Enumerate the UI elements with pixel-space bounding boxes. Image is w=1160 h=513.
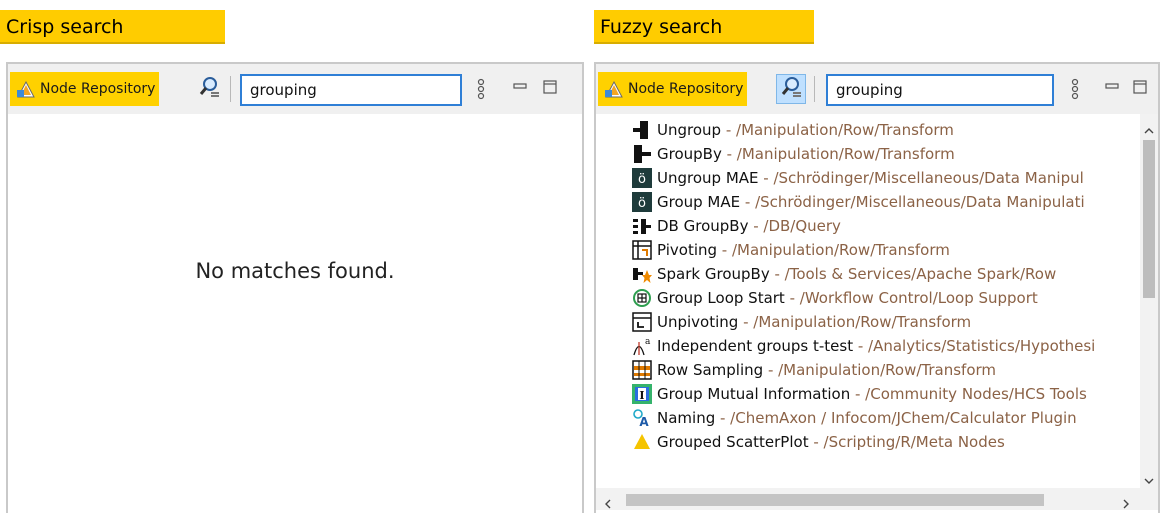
fuzzy-search-toggle[interactable] [194,74,224,104]
result-name: Group Mutual Information [657,385,851,403]
result-path: - /DB/Query [748,217,841,235]
horizontal-scrollbar[interactable] [596,488,1158,510]
result-path: - /Workflow Control/Loop Support [784,289,1038,307]
svg-text:I: I [639,389,644,402]
fuzzy-search-toggle[interactable] [776,74,806,104]
fuzzy-search-icon [198,76,220,102]
scroll-right-icon[interactable] [1122,494,1130,513]
result-name: Unpivoting [657,313,739,331]
horizontal-scroll-thumb[interactable] [626,494,1044,506]
view-menu-icon[interactable] [474,78,488,100]
crisp-search-heading-text: Crisp search [6,16,124,38]
result-name: Spark GroupBy [657,265,770,283]
result-name: Pivoting [657,241,718,259]
crisp-search-heading: Crisp search [0,10,225,44]
minimize-icon[interactable] [1104,82,1120,92]
result-name: Independent groups t-test [657,337,854,355]
minimize-icon[interactable] [512,82,528,92]
svg-text:A: A [639,415,649,428]
ungroup-icon [632,120,652,140]
result-name: Group MAE [657,193,741,211]
fuzzy-search-heading-text: Fuzzy search [600,16,723,38]
crisp-toolbar: Node Repository [8,64,582,114]
node-repository-icon [16,79,36,113]
fuzzy-node-repository-tab[interactable]: Node Repository [598,72,748,106]
result-name: Group Loop Start [657,289,785,307]
crisp-node-repository-panel: Node Repository grouping No matches foun… [6,62,584,513]
result-name: Ungroup MAE [657,169,759,187]
schrodinger-icon: ö [632,168,652,188]
maximize-icon[interactable] [1132,80,1148,94]
result-name: Row Sampling [657,361,764,379]
result-path: - /Tools & Services/Apache Spark/Row [769,265,1057,283]
hcs-tools-icon: I [632,384,652,404]
db-groupby-icon [632,216,652,236]
no-matches-message: No matches found. [195,259,395,283]
result-path: - /Scripting/R/Meta Nodes [808,433,1005,451]
scroll-down-icon[interactable] [1144,470,1154,489]
vertical-scrollbar[interactable] [1140,114,1158,488]
result-path: - /Community Nodes/HCS Tools [850,385,1087,403]
result-path: - /Analytics/Statistics/Hypothesi [853,337,1096,355]
fuzzy-search-icon [780,76,802,102]
pivoting-icon [632,240,652,260]
chemaxon-icon: A [632,408,652,429]
search-results-list: Ungroup - /Manipulation/Row/Transform Gr… [596,114,1142,488]
result-name: Naming [657,409,716,427]
toolbar-separator [230,76,231,102]
result-path: - /Manipulation/Row/Transform [717,241,950,259]
unpivoting-icon [632,312,652,332]
crisp-tab-label: Node Repository [40,81,156,97]
result-path: - /Manipulation/Row/Transform [721,145,955,163]
result-path: - /Schrödinger/Miscellaneous/Data Manipu… [740,193,1085,211]
loop-start-icon [632,288,652,308]
result-name: Ungroup [657,121,722,139]
scatterplot-icon [632,432,652,452]
svg-text:ö: ö [638,196,646,211]
svg-text:ö: ö [638,172,646,187]
maximize-icon[interactable] [542,80,558,94]
svg-text:a: a [645,337,651,347]
scroll-up-icon[interactable] [1144,120,1154,139]
result-path: - /Manipulation/Row/Transform [763,361,997,379]
result-name: GroupBy [657,145,722,163]
schrodinger-icon: ö [632,192,652,212]
row-sampling-icon [632,360,652,380]
result-path: - /Schrödinger/Miscellaneous/Data Manipu… [758,169,1084,187]
groupby-icon [632,144,652,164]
spark-groupby-icon [632,264,652,284]
crisp-search-input[interactable] [240,74,462,106]
scroll-left-icon[interactable] [604,494,612,513]
toolbar-separator [814,76,815,102]
result-path: - /Manipulation/Row/Transform [738,313,972,331]
crisp-node-repository-tab[interactable]: Node Repository [10,72,160,106]
result-name: DB GroupBy [657,217,749,235]
fuzzy-tab-label: Node Repository [628,81,744,97]
t-test-icon: a [632,336,652,356]
result-path: - /Manipulation/Row/Transform [721,121,954,139]
fuzzy-toolbar: Node Repository [596,64,1158,114]
view-menu-icon[interactable] [1068,78,1082,100]
result-name: Grouped ScatterPlot [657,433,809,451]
node-repository-icon [604,79,624,113]
vertical-scroll-thumb[interactable] [1143,140,1155,298]
fuzzy-node-repository-panel: Node Repository grouping Ungroup - /Mani… [594,62,1160,513]
fuzzy-search-heading: Fuzzy search [594,10,814,44]
fuzzy-search-input[interactable] [826,74,1054,106]
result-path: - /ChemAxon / Infocom/JChem/Calculator P… [715,409,1077,427]
